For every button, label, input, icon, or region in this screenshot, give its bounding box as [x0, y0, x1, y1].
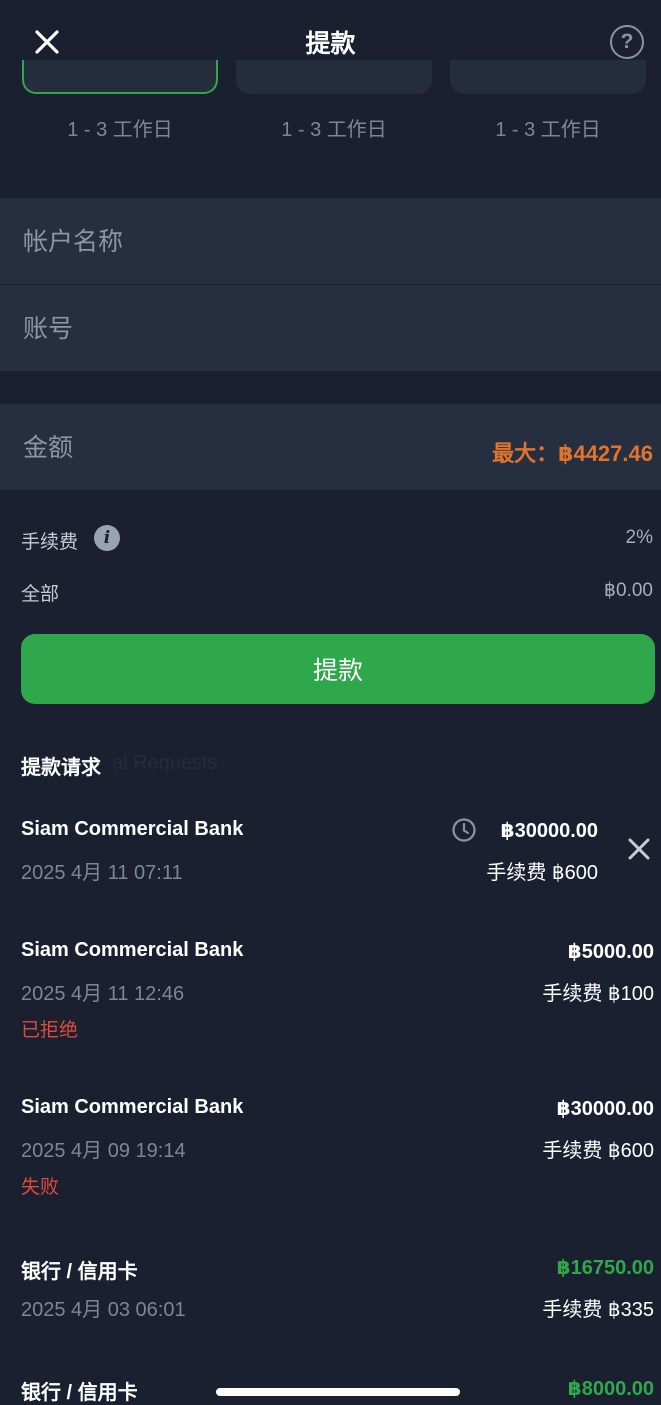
- request-fee: 手续费 ฿335: [542, 1299, 654, 1321]
- method-card-3[interactable]: [450, 60, 646, 94]
- request-bank: 银行 / 信用卡: [21, 1382, 138, 1404]
- request-date: 2025 4月 11 12:46: [21, 983, 185, 1005]
- home-indicator: [216, 1388, 460, 1396]
- method-eta: 1 - 3 工作日: [495, 119, 601, 141]
- clock-icon: [452, 818, 476, 842]
- request-date: 2025 4月 03 06:01: [21, 1299, 186, 1321]
- total-label: 全部: [21, 584, 60, 605]
- account-number-field[interactable]: [21, 285, 625, 373]
- total-value: ฿0.00: [603, 580, 653, 601]
- request-fee: 手续费 ฿600: [542, 1140, 654, 1162]
- withdraw-button[interactable]: 提款: [21, 634, 655, 704]
- request-amount: ฿16750.00: [556, 1257, 654, 1279]
- request-amount: ฿8000.00: [567, 1378, 654, 1400]
- request-bank: Siam Commercial Bank: [21, 1096, 244, 1118]
- request-bank: Siam Commercial Bank: [21, 939, 244, 961]
- method-eta: 1 - 3 工作日: [67, 119, 173, 141]
- amount-row: 最大：฿4427.46: [0, 404, 661, 492]
- status-badge: 已拒绝: [21, 1020, 79, 1041]
- request-date: 2025 4月 09 19:14: [21, 1140, 186, 1162]
- request-bank: 银行 / 信用卡: [21, 1261, 138, 1283]
- ghost-text: al Requests: [112, 752, 218, 774]
- account-number-row: [0, 285, 661, 373]
- request-date: 2025 4月 11 07:11: [21, 862, 183, 884]
- request-bank: Siam Commercial Bank: [21, 818, 244, 840]
- info-icon[interactable]: i: [94, 525, 120, 551]
- method-eta: 1 - 3 工作日: [281, 119, 387, 141]
- help-icon[interactable]: ?: [610, 25, 644, 59]
- amount-field[interactable]: [21, 404, 445, 492]
- request-amount: ฿5000.00: [567, 941, 654, 963]
- request-fee: 手续费 ฿100: [542, 983, 654, 1005]
- request-amount: ฿30000.00: [556, 1098, 654, 1120]
- fee-label: 手续费: [21, 532, 79, 553]
- cancel-request-icon[interactable]: [625, 835, 653, 863]
- account-name-row: [0, 198, 661, 286]
- request-amount: ฿30000.00: [500, 820, 598, 842]
- method-card-1[interactable]: [22, 60, 218, 94]
- request-fee: 手续费 ฿600: [486, 862, 598, 884]
- method-card-2[interactable]: [236, 60, 432, 94]
- max-amount-label[interactable]: 最大：฿4427.46: [492, 436, 653, 468]
- account-name-field[interactable]: [21, 198, 625, 286]
- status-badge: 失败: [21, 1177, 60, 1198]
- page-title: 提款: [305, 30, 356, 58]
- requests-title: 提款请求: [21, 757, 101, 779]
- fee-value: 2%: [625, 527, 653, 548]
